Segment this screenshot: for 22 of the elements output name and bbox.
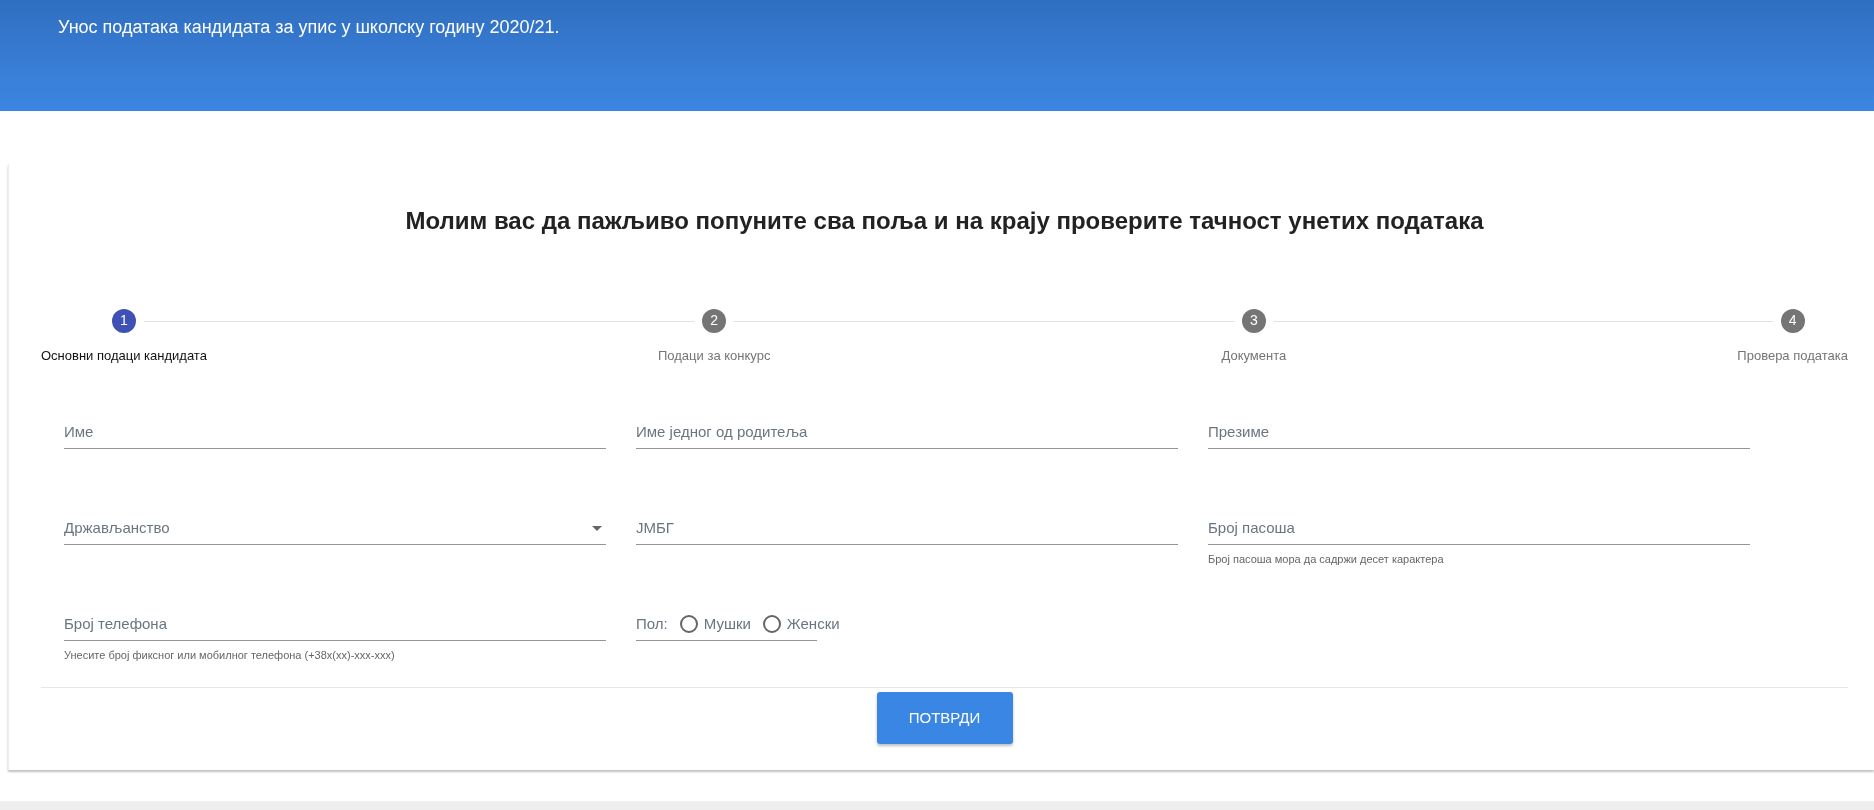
submit-button[interactable]: ПОТВРДИ	[876, 692, 1013, 745]
radio-circle-icon[interactable]	[762, 614, 781, 633]
step-label[interactable]: Основни подаци кандидата	[41, 345, 207, 366]
radio-option[interactable]: Мушки	[679, 612, 751, 636]
radio-group-label: Пол:	[636, 613, 668, 634]
input-field[interactable]: ЈМБГ	[636, 511, 1178, 546]
radio-option[interactable]: Женски	[762, 612, 840, 636]
helper-text: Унесите број фиксног или мобилног телефона (+38x(xx)-xxx-xxx)	[64, 648, 396, 664]
step-label[interactable]: Документа	[1221, 345, 1287, 366]
input-field[interactable]: Име једног од родитеља	[636, 415, 1178, 450]
input-field[interactable]: Број телефона	[64, 607, 606, 642]
radio-circle-icon[interactable]	[679, 614, 698, 633]
select-field[interactable]: Држављанство	[64, 511, 606, 546]
form-heading: Молим вас да пажљиво попуните сва поља и на крају проверите тачност унетих података	[404, 206, 1485, 236]
step-label[interactable]: Подаци за конкурс	[658, 345, 771, 366]
input-field[interactable]: Број пасоша	[1208, 511, 1750, 546]
helper-text: Број пасоша мора да садржи десет карактера	[1208, 552, 1445, 568]
input-field[interactable]: Презиме	[1208, 415, 1750, 450]
page-title: Унос података кандидата за упис у школску годину 2020/21.	[58, 16, 561, 39]
input-field[interactable]: Име	[64, 415, 606, 450]
step-label[interactable]: Провера података	[1737, 345, 1848, 366]
dropdown-caret-icon[interactable]	[592, 526, 602, 532]
